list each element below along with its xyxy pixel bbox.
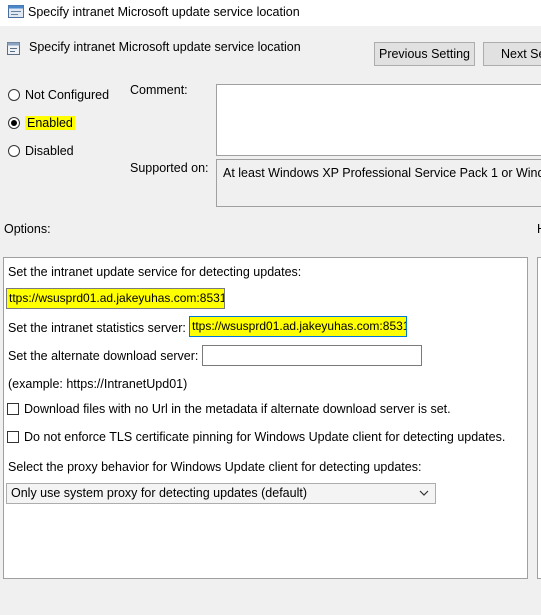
policy-title: Specify intranet Microsoft update servic… [29, 40, 301, 54]
checkbox-label: Download files with no Url in the metada… [24, 402, 451, 416]
radio-not-configured[interactable]: Not Configured [8, 86, 109, 104]
radio-circle[interactable] [8, 145, 20, 157]
alt-download-label: Set the alternate download server: [8, 349, 199, 363]
supported-on-label: Supported on: [130, 161, 209, 175]
proxy-behavior-label: Select the proxy behavior for Windows Up… [8, 460, 422, 474]
stats-server-input[interactable]: ttps://wsusprd01.ad.jakeyuhas.com:8531 [189, 316, 407, 337]
radio-label: Enabled [25, 116, 75, 130]
radio-label: Not Configured [25, 88, 110, 102]
download-no-url-checkbox[interactable] [7, 403, 19, 415]
download-no-url-checkbox-row[interactable]: Download files with no Url in the metada… [7, 402, 451, 416]
radio-label: Disabled [25, 144, 74, 158]
detect-server-input[interactable]: ttps://wsusprd01.ad.jakeyuhas.com:8531 [6, 288, 225, 309]
help-label: H [537, 222, 541, 236]
policy-setting-icon [7, 42, 20, 55]
example-text: (example: https://IntranetUpd01) [8, 377, 188, 391]
dropdown-value: Only use system proxy for detecting upda… [11, 486, 307, 500]
radio-disabled[interactable]: Disabled [8, 142, 74, 160]
window-titlebar: Specify intranet Microsoft update servic… [0, 0, 541, 26]
radio-circle-selected[interactable] [8, 117, 20, 129]
previous-setting-button[interactable]: Previous Setting [374, 42, 475, 66]
chevron-down-icon [419, 490, 429, 496]
next-setting-button[interactable]: Next Se [483, 42, 541, 66]
proxy-behavior-dropdown[interactable]: Only use system proxy for detecting upda… [6, 483, 436, 504]
policy-window-icon [8, 5, 24, 18]
alt-download-input[interactable] [202, 345, 422, 366]
radio-circle[interactable] [8, 89, 20, 101]
supported-on-value: At least Windows XP Professional Service… [216, 159, 541, 207]
comment-label: Comment: [130, 83, 188, 97]
window-title: Specify intranet Microsoft update servic… [28, 5, 300, 19]
options-label: Options: [4, 222, 51, 236]
help-pane [537, 257, 541, 579]
detect-server-label: Set the intranet update service for dete… [8, 265, 302, 279]
comment-textarea[interactable] [216, 84, 541, 156]
tls-pinning-checkbox[interactable] [7, 431, 19, 443]
tls-pinning-checkbox-row[interactable]: Do not enforce TLS certificate pinning f… [7, 430, 505, 444]
checkbox-label: Do not enforce TLS certificate pinning f… [24, 430, 506, 444]
radio-enabled[interactable]: Enabled [8, 114, 75, 132]
stats-server-label: Set the intranet statistics server: [8, 321, 186, 335]
